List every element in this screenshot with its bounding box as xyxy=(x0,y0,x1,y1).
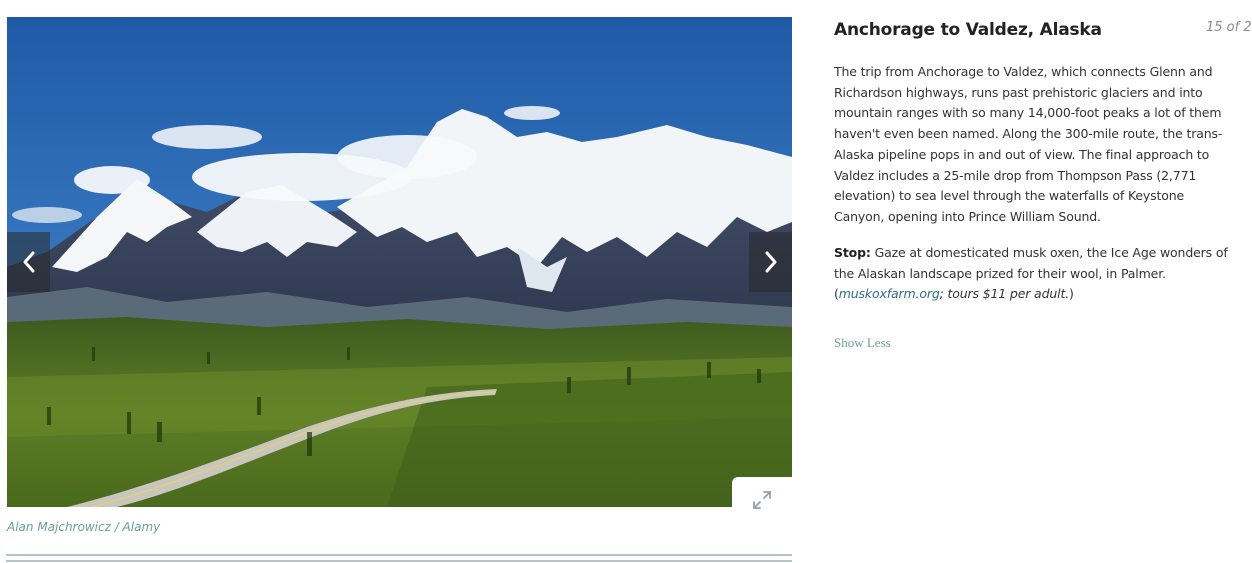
stop-label: Stop: xyxy=(834,245,871,260)
divider xyxy=(6,554,792,556)
slide-description: The trip from Anchorage to Valdez, which… xyxy=(834,64,1223,224)
divider xyxy=(6,560,792,562)
chevron-right-icon xyxy=(765,251,776,273)
stop-tail: ; tours $11 per adult. xyxy=(939,286,1070,302)
fullscreen-button[interactable] xyxy=(732,477,792,523)
mountain-landscape-image xyxy=(7,17,792,507)
slide-title: Anchorage to Valdez, Alaska xyxy=(834,20,1102,40)
stop-paragraph: Stop: Gaze at domesticated musk oxen, th… xyxy=(834,243,1236,305)
previous-slide-button[interactable] xyxy=(7,232,50,292)
show-less-link[interactable]: Show Less xyxy=(834,335,891,351)
muskoxfarm-link[interactable]: muskoxfarm.org xyxy=(839,286,940,301)
slide-photo xyxy=(7,17,792,507)
expand-arrows-icon xyxy=(753,491,771,509)
chevron-left-icon xyxy=(23,251,34,273)
next-slide-button[interactable] xyxy=(749,232,792,292)
stop-text: Gaze at domesticated musk oxen, the Ice … xyxy=(834,245,1228,281)
photo-credit: Alan Majchrowicz / Alamy xyxy=(7,520,161,534)
slide-counter: 15 of 26 xyxy=(1206,20,1252,35)
stop-close-paren: ) xyxy=(1069,286,1074,302)
